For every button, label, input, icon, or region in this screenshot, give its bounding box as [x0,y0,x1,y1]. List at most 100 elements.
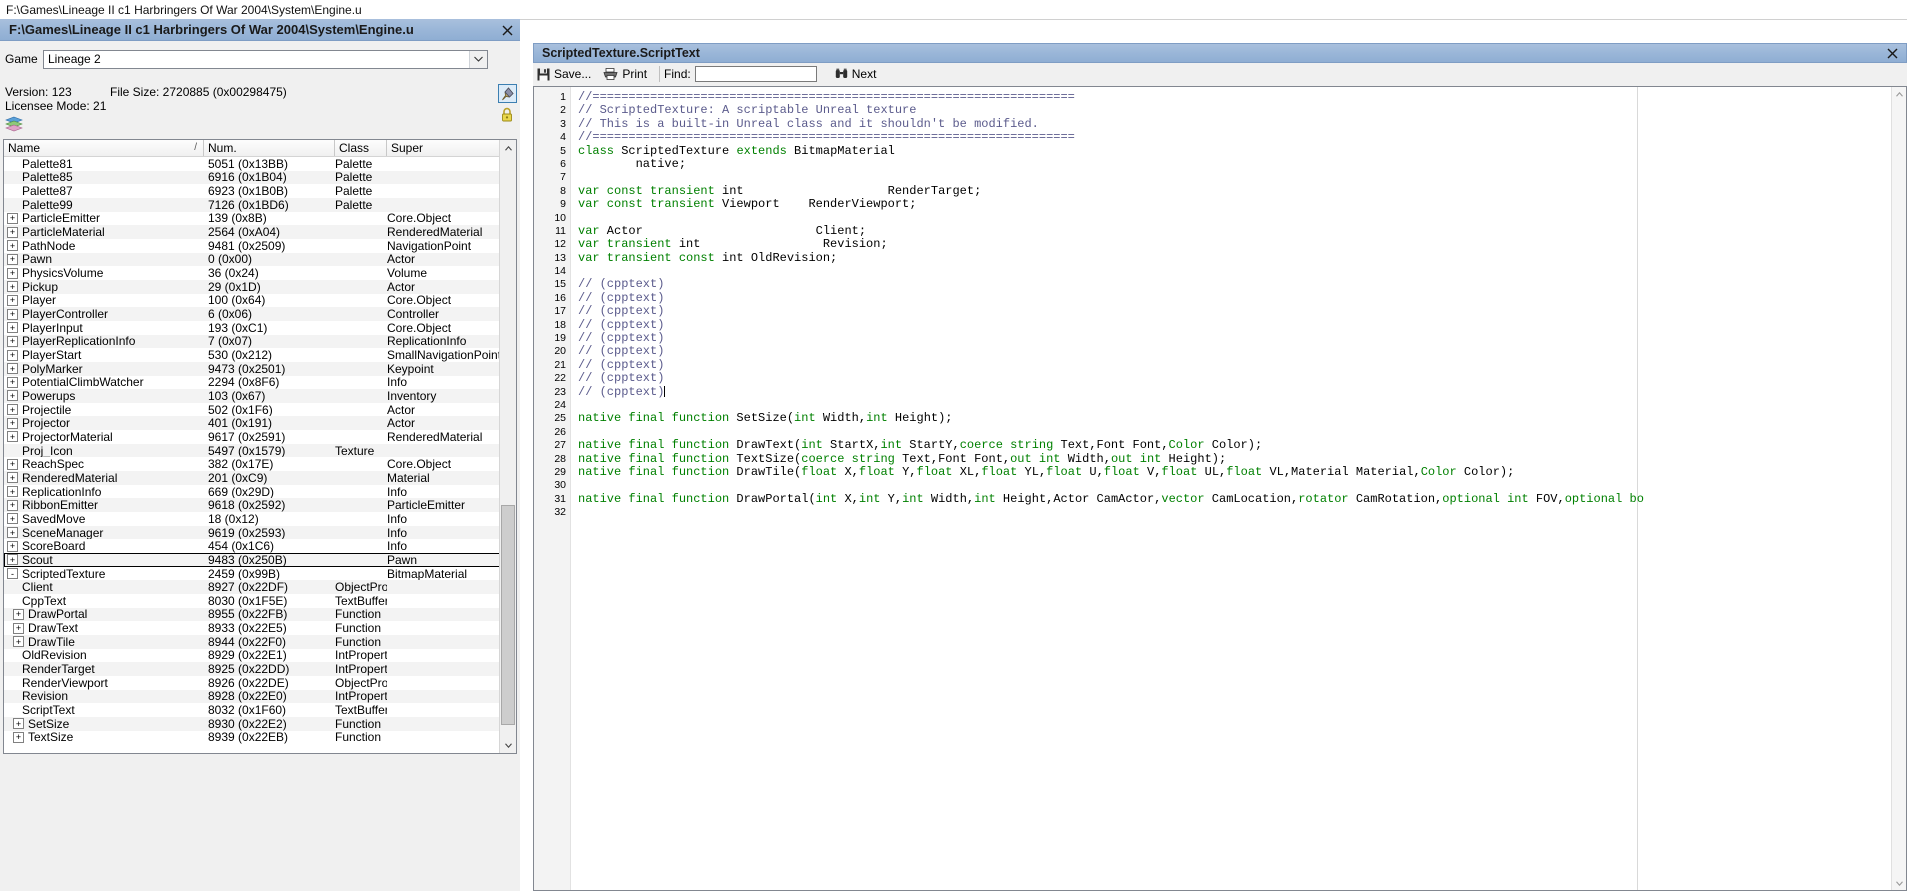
code-scroll-up-icon[interactable] [1892,87,1906,101]
expand-icon[interactable]: + [7,458,18,470]
print-button[interactable]: Print [599,64,655,84]
table-row[interactable]: + ReachSpec 382 (0x17E) Core.Object [4,457,516,471]
expand-icon[interactable]: + [7,540,18,552]
object-tree[interactable]: Name / Num. Class Super Palette81 5051 (0… [3,139,517,754]
table-row[interactable]: + Pickup 29 (0x1D) Actor [4,280,516,294]
table-row[interactable]: RenderTarget 8925 (0x22DD) IntProperty [4,662,516,676]
table-row[interactable]: Revision 8928 (0x22E0) IntProperty [4,689,516,703]
table-row[interactable]: + Player 100 (0x64) Core.Object [4,293,516,307]
close-icon[interactable] [494,19,520,41]
tree-vertical-scrollbar[interactable] [499,140,516,753]
expand-icon[interactable]: + [7,322,18,334]
table-row[interactable]: + SceneManager 9619 (0x2593) Info [4,526,516,540]
table-row[interactable]: + PlayerReplicationInfo 7 (0x07) Replicatio… [4,334,516,348]
expand-icon[interactable]: + [7,390,18,402]
code-viewer[interactable]: 1 2 3 4 5 6 7 8 9 10 11 12 13 14 15 16 17 18 19 20 21 22 23 24 2… [533,86,1907,891]
expand-icon[interactable]: + [13,731,24,743]
expand-icon[interactable]: + [7,472,18,484]
column-header-super[interactable]: Super [387,140,512,156]
save-button[interactable]: Save... [533,64,599,84]
table-row[interactable]: + Projectile 502 (0x1F6) Actor [4,403,516,417]
scroll-up-icon[interactable] [500,140,516,156]
expand-icon[interactable]: + [7,499,18,511]
table-row[interactable]: Palette81 5051 (0x13BB) Palette [4,157,516,171]
expand-icon[interactable]: + [13,718,24,730]
table-row[interactable]: OldRevision 8929 (0x22E1) IntProperty [4,648,516,662]
table-row[interactable]: + DrawText 8933 (0x22E5) Function [4,621,516,635]
table-row[interactable]: Palette85 6916 (0x1B04) Palette [4,170,516,184]
code-scroll-down-icon[interactable] [1892,876,1906,890]
table-row[interactable]: + Scout 9483 (0x250B) Pawn [4,553,516,567]
table-row[interactable]: RenderViewport 8926 (0x22DE) ObjectPropert… [4,676,516,690]
table-row[interactable]: + ScoreBoard 454 (0x1C6) Info [4,539,516,553]
table-row[interactable]: - ScriptedTexture 2459 (0x99B) BitmapMateri… [4,567,516,581]
expand-icon[interactable]: + [7,486,18,498]
column-header-name[interactable]: Name / [4,140,204,156]
table-row[interactable]: + SetSize 8930 (0x22E2) Function [4,717,516,731]
code-comment: // (cpptext) [578,331,665,346]
find-next-button[interactable]: Next [831,64,885,84]
expand-icon[interactable]: + [7,308,18,320]
expand-icon[interactable]: + [7,253,18,265]
expand-icon[interactable]: + [7,212,18,224]
expand-icon[interactable]: + [13,608,24,620]
table-row[interactable]: + ParticleMaterial 2564 (0xA04) RenderedMat… [4,225,516,239]
table-row[interactable]: + PhysicsVolume 36 (0x24) Volume [4,266,516,280]
table-row[interactable]: Palette99 7126 (0x1BD6) Palette [4,198,516,212]
expand-icon[interactable]: + [13,622,24,634]
scroll-down-icon[interactable] [500,737,516,753]
table-row[interactable]: + TextSize 8939 (0x22EB) Function [4,730,516,744]
expand-icon[interactable]: + [7,281,18,293]
table-row[interactable]: + ParticleEmitter 139 (0x8B) Core.Object [4,211,516,225]
table-row[interactable]: + Projector 401 (0x191) Actor [4,416,516,430]
find-input[interactable] [694,66,817,82]
table-row[interactable]: Proj_Icon 5497 (0x1579) Texture [4,444,516,458]
expand-icon[interactable]: + [7,349,18,361]
expand-icon[interactable]: + [7,513,18,525]
table-row[interactable]: + DrawTile 8944 (0x22F0) Function [4,635,516,649]
code-text[interactable]: //======================================… [578,90,1906,520]
expand-icon[interactable]: + [13,636,24,648]
expand-icon[interactable]: + [7,417,18,429]
expand-icon[interactable]: + [7,294,18,306]
table-row[interactable]: Client 8927 (0x22DF) ObjectProperty [4,580,516,594]
table-row[interactable]: CppText 8030 (0x1F5E) TextBuffer [4,594,516,608]
expand-icon[interactable]: + [7,226,18,238]
game-select[interactable]: Lineage 2 [43,49,488,69]
table-row[interactable]: + PotentialClimbWatcher 2294 (0x8F6) Info [4,375,516,389]
expand-icon[interactable]: + [7,267,18,279]
table-row[interactable]: + ProjectorMaterial 9617 (0x2591) RenderedM… [4,430,516,444]
table-row[interactable]: + RibbonEmitter 9618 (0x2592) ParticleEmitt… [4,498,516,512]
expand-icon[interactable]: + [7,240,18,252]
expand-icon[interactable]: + [7,335,18,347]
table-row[interactable]: ScriptText 8032 (0x1F60) TextBuffer [4,703,516,717]
tree-scroll-thumb[interactable] [501,505,515,725]
expand-icon[interactable]: + [7,554,18,566]
column-header-num[interactable]: Num. [204,140,335,156]
table-row[interactable]: + RenderedMaterial 201 (0xC9) Material [4,471,516,485]
package-layers-icon[interactable] [5,116,23,132]
table-row[interactable]: + Pawn 0 (0x00) Actor [4,252,516,266]
expand-icon[interactable]: + [7,376,18,388]
table-row[interactable]: + PathNode 9481 (0x2509) NavigationPoint [4,239,516,253]
table-row[interactable]: + PlayerInput 193 (0xC1) Core.Object [4,321,516,335]
close-icon[interactable] [1879,43,1905,63]
code-vertical-scrollbar[interactable] [1891,87,1906,890]
tree-row-num: 8930 (0x22E2) [208,716,287,731]
table-row[interactable]: + ReplicationInfo 669 (0x29D) Info [4,485,516,499]
expand-icon[interactable]: + [7,363,18,375]
collapse-icon[interactable]: - [7,568,18,580]
pin-button[interactable] [498,84,517,103]
table-row[interactable]: Palette87 6923 (0x1B0B) Palette [4,184,516,198]
table-row[interactable]: + PlayerStart 530 (0x212) SmallNavigationPo… [4,348,516,362]
table-row[interactable]: + PolyMarker 9473 (0x2501) Keypoint [4,362,516,376]
column-header-class[interactable]: Class [335,140,387,156]
table-row[interactable]: + PlayerController 6 (0x06) Controller [4,307,516,321]
expand-icon[interactable]: + [7,404,18,416]
table-row[interactable]: + DrawPortal 8955 (0x22FB) Function [4,607,516,621]
expand-icon[interactable]: + [7,431,18,443]
table-row[interactable]: + SavedMove 18 (0x12) Info [4,512,516,526]
os-window-tab[interactable]: F:\Games\Lineage II c1 Harbringers Of Wa… [0,0,370,20]
expand-icon[interactable]: + [7,527,18,539]
table-row[interactable]: + Powerups 103 (0x67) Inventory [4,389,516,403]
